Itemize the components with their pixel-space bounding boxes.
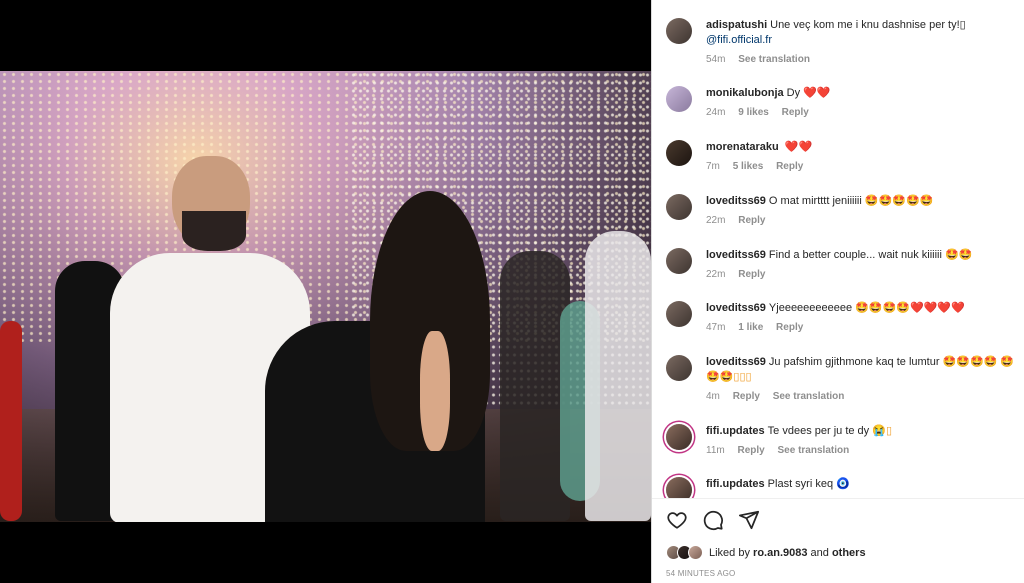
comment-text: adispatushi Une veç kom me i knu dashnise… [706, 19, 966, 46]
liker-avatars[interactable] [666, 545, 703, 560]
avatar[interactable] [666, 194, 692, 220]
comment-text: morenataraku ❤️❤️ [706, 141, 813, 153]
comment-time: 11m [706, 445, 725, 456]
woman-back [420, 331, 450, 451]
post-photo[interactable] [0, 71, 651, 522]
comment-item: morenataraku ❤️❤️ 7m 5 likes Reply [666, 140, 1018, 172]
comment-item: adispatushi Une veç kom me i knu dashnise… [666, 18, 1018, 65]
avatar[interactable] [666, 477, 692, 498]
mention-link[interactable]: @fifi.official.fr [706, 34, 772, 46]
comment-item: monikalubonja Dy ❤️❤️ 24m 9 likes Reply [666, 86, 1018, 118]
reply-button[interactable]: Reply [776, 322, 803, 333]
see-translation-link[interactable]: See translation [778, 445, 850, 456]
comment-username[interactable]: loveditss69 [706, 302, 766, 314]
comment-username[interactable]: monikalubonja [706, 87, 784, 99]
liked-and-label: and [810, 546, 829, 559]
comment-item: loveditss69 O mat mirtttt jeniiiiii 🤩🤩🤩🤩🤩… [666, 194, 1018, 226]
post-media [0, 0, 651, 583]
see-translation-link[interactable]: See translation [773, 391, 845, 402]
comment-text: loveditss69 Ju pafshim gjithmone kaq te l… [706, 356, 1015, 383]
comment-time: 22m [706, 269, 726, 280]
comment-item: fifi.updates Plast syri keq 🧿 [666, 477, 1018, 498]
comment-item: fifi.updates Te vdees per ju te dy 😭▯ 11m… [666, 424, 1018, 456]
liked-by-label: Liked by [709, 546, 750, 559]
post-timestamp: 54 MINUTES AGO [666, 569, 736, 578]
avatar[interactable] [666, 248, 692, 274]
likes-summary: Liked by ro.an.9083 and others [666, 545, 866, 560]
avatar[interactable] [666, 140, 692, 166]
comment-time: 4m [706, 391, 720, 402]
comment-text: loveditss69 O mat mirtttt jeniiiiii 🤩🤩🤩🤩🤩 [706, 195, 934, 207]
comment-username[interactable]: loveditss69 [706, 195, 766, 207]
comment-username[interactable]: morenataraku [706, 141, 779, 153]
comment-item: loveditss69 Yjeeeeeeeeeeee 🤩🤩🤩🤩❤️❤️❤️❤️ 4… [666, 301, 1018, 333]
comment-meta: 7m 5 likes Reply [706, 161, 813, 172]
avatar[interactable] [666, 301, 692, 327]
reply-button[interactable]: Reply [738, 215, 765, 226]
comment-meta: 24m 9 likes Reply [706, 107, 831, 118]
comment-username[interactable]: loveditss69 [706, 356, 766, 368]
comment-item: loveditss69 Find a better couple... wait … [666, 248, 1018, 280]
comments-panel: adispatushi Une veç kom me i knu dashnise… [651, 0, 1024, 583]
comment-item: loveditss69 Ju pafshim gjithmone kaq te l… [666, 355, 1018, 402]
others-link[interactable]: others [832, 547, 866, 559]
man-beard [182, 211, 246, 251]
comment-text: fifi.updates Plast syri keq 🧿 [706, 478, 850, 490]
avatar[interactable] [666, 18, 692, 44]
comment-text: loveditss69 Yjeeeeeeeeeeee 🤩🤩🤩🤩❤️❤️❤️❤️ [706, 302, 965, 314]
comment-time: 47m [706, 322, 726, 333]
reply-button[interactable]: Reply [733, 391, 760, 402]
comment-time: 24m [706, 107, 726, 118]
comment-icon[interactable] [702, 509, 724, 531]
avatar[interactable] [666, 86, 692, 112]
comment-likes[interactable]: 5 likes [733, 161, 764, 172]
comment-likes[interactable]: 9 likes [738, 107, 769, 118]
reply-button[interactable]: Reply [738, 269, 765, 280]
post-viewer: adispatushi Une veç kom me i knu dashnise… [0, 0, 1024, 583]
comment-time: 54m [706, 54, 726, 65]
avatar[interactable] [666, 355, 692, 381]
avatar[interactable] [666, 424, 692, 450]
avatar [688, 545, 703, 560]
reply-button[interactable]: Reply [738, 445, 765, 456]
comment-time: 7m [706, 161, 720, 172]
comment-time: 22m [706, 215, 726, 226]
reply-button[interactable]: Reply [776, 161, 803, 172]
comment-meta: 4m Reply See translation [706, 391, 1024, 402]
guest-figure [0, 321, 22, 521]
comment-username[interactable]: adispatushi [706, 19, 767, 31]
action-bar: Liked by ro.an.9083 and others 54 MINUTE… [652, 498, 1024, 583]
heart-icon[interactable] [666, 509, 688, 531]
share-icon[interactable] [738, 509, 760, 531]
comment-username[interactable]: fifi.updates [706, 478, 765, 490]
see-translation-link[interactable]: See translation [738, 54, 810, 65]
guest-figure [585, 231, 651, 521]
comment-likes[interactable]: 1 like [738, 322, 763, 333]
reply-button[interactable]: Reply [782, 107, 809, 118]
comment-username[interactable]: fifi.updates [706, 425, 765, 437]
comment-username[interactable]: loveditss69 [706, 249, 766, 261]
comment-meta: 47m 1 like Reply [706, 322, 965, 333]
comment-text: monikalubonja Dy ❤️❤️ [706, 87, 831, 99]
comment-meta: 54m See translation [706, 54, 966, 65]
comment-list[interactable]: adispatushi Une veç kom me i knu dashnise… [652, 0, 1024, 498]
comment-meta: 22m Reply [706, 269, 972, 280]
comment-text: fifi.updates Te vdees per ju te dy 😭▯ [706, 425, 892, 437]
action-icons [666, 509, 760, 531]
liker-username[interactable]: ro.an.9083 [753, 547, 807, 559]
comment-meta: 22m Reply [706, 215, 933, 226]
comment-meta: 11m Reply See translation [706, 445, 892, 456]
comment-text: loveditss69 Find a better couple... wait … [706, 249, 973, 261]
